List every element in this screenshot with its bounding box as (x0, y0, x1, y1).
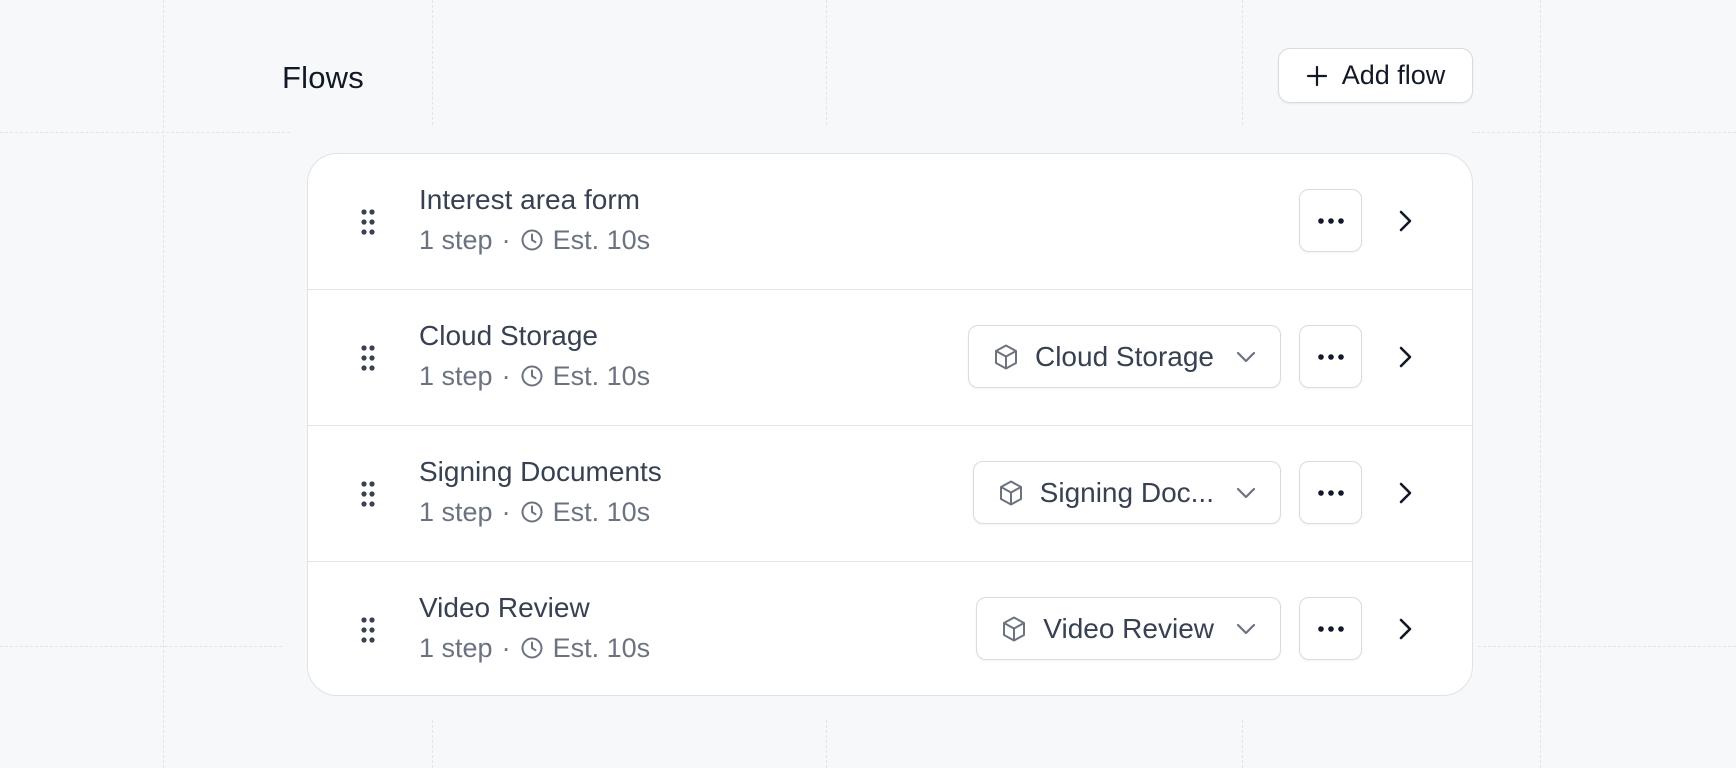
clock-icon (521, 229, 543, 251)
open-flow-button[interactable] (1390, 478, 1420, 508)
meta-separator: · (501, 497, 511, 527)
flow-meta: 1 step · Est. 10s (419, 358, 650, 394)
chevron-right-icon (1399, 346, 1412, 368)
flow-meta: 1 step · Est. 10s (419, 630, 650, 666)
cube-icon (999, 480, 1022, 505)
integration-select[interactable]: Signing Doc... (972, 461, 1281, 524)
more-options-button[interactable] (1299, 325, 1362, 388)
integration-select[interactable]: Video Review (976, 597, 1281, 660)
plus-icon (1306, 65, 1327, 86)
flow-title: Signing Documents (419, 456, 662, 487)
flow-title: Interest area form (419, 184, 640, 215)
flow-info: Interest area form 1 step · Est. 10s (419, 182, 650, 258)
integration-select-label: Video Review (1043, 612, 1214, 644)
flow-estimate: Est. 10s (552, 633, 651, 663)
clock-icon (521, 501, 543, 523)
more-options-button[interactable] (1299, 461, 1362, 524)
more-horizontal-icon (1317, 217, 1344, 224)
flow-estimate: Est. 10s (552, 225, 651, 255)
flow-row[interactable]: Cloud Storage 1 step · Est. 10s Cloud St… (308, 290, 1472, 426)
flow-meta: 1 step · Est. 10s (419, 494, 662, 530)
flow-steps: 1 step (419, 497, 493, 527)
drag-handle-icon[interactable] (360, 480, 376, 508)
meta-separator: · (501, 225, 511, 255)
chevron-down-icon (1236, 487, 1256, 498)
clock-icon (521, 365, 543, 387)
add-flow-button[interactable]: Add flow (1278, 48, 1473, 103)
cube-icon (1003, 616, 1026, 641)
open-flow-button[interactable] (1390, 614, 1420, 644)
meta-separator: · (501, 361, 511, 391)
flow-meta: 1 step · Est. 10s (419, 222, 650, 258)
drag-handle-icon[interactable] (360, 208, 376, 236)
flow-title: Cloud Storage (419, 320, 599, 351)
more-horizontal-icon (1317, 625, 1344, 632)
integration-select-label: Cloud Storage (1034, 340, 1214, 372)
add-flow-label: Add flow (1341, 60, 1446, 90)
chevron-right-icon (1399, 482, 1412, 504)
flow-info: Video Review 1 step · Est. 10s (419, 590, 650, 666)
integration-select-label: Signing Doc... (1039, 476, 1214, 508)
flow-info: Cloud Storage 1 step · Est. 10s (419, 318, 650, 394)
open-flow-button[interactable] (1390, 342, 1420, 372)
flow-info: Signing Documents 1 step · Est. 10s (419, 454, 662, 530)
more-horizontal-icon (1317, 489, 1344, 496)
chevron-right-icon (1399, 210, 1412, 232)
more-horizontal-icon (1317, 353, 1344, 360)
chevron-down-icon (1236, 351, 1256, 362)
flow-estimate: Est. 10s (552, 361, 651, 391)
flow-steps: 1 step (419, 361, 493, 391)
drag-handle-icon[interactable] (360, 616, 376, 644)
flow-steps: 1 step (419, 225, 493, 255)
flow-row[interactable]: Signing Documents 1 step · Est. 10s Sign… (308, 426, 1472, 562)
cube-icon (994, 344, 1017, 369)
more-options-button[interactable] (1299, 189, 1362, 252)
flow-title: Video Review (419, 592, 590, 623)
chevron-right-icon (1399, 618, 1412, 640)
flow-steps: 1 step (419, 633, 493, 663)
more-options-button[interactable] (1299, 597, 1362, 660)
page-title: Flows (282, 60, 364, 95)
meta-separator: · (501, 633, 511, 663)
drag-handle-icon[interactable] (360, 344, 376, 372)
open-flow-button[interactable] (1390, 206, 1420, 236)
flow-row[interactable]: Video Review 1 step · Est. 10s Video Rev… (308, 562, 1472, 695)
chevron-down-icon (1236, 623, 1256, 634)
flows-list: Interest area form 1 step · Est. 10s Clo… (307, 153, 1473, 696)
flow-row[interactable]: Interest area form 1 step · Est. 10s (308, 154, 1472, 290)
integration-select[interactable]: Cloud Storage (967, 325, 1281, 388)
flow-estimate: Est. 10s (552, 497, 651, 527)
clock-icon (521, 637, 543, 659)
